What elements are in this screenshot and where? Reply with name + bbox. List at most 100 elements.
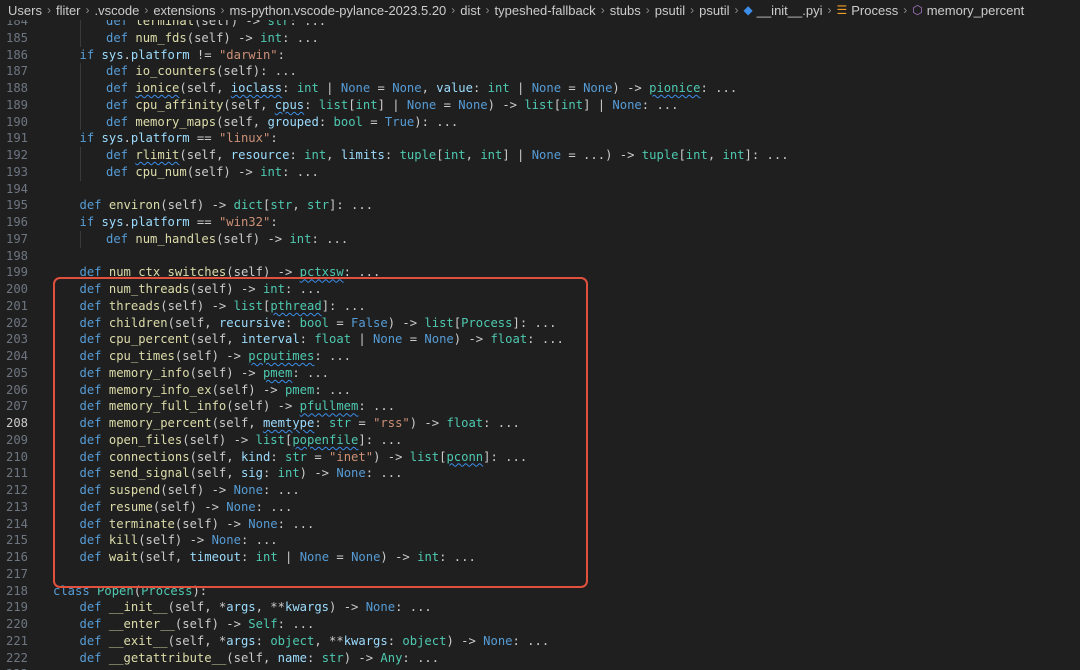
code-token: ionice	[135, 81, 180, 95]
code-token: def	[79, 449, 109, 464]
code-token: popenfile	[292, 432, 359, 447]
code-token: int	[443, 148, 466, 162]
code-text[interactable]: def num_handles(self) -> int: ...	[106, 231, 348, 248]
code-text[interactable]: def wait(self, timeout: int | None = Non…	[80, 549, 476, 566]
code-token: None	[351, 550, 381, 564]
code-token: def	[79, 432, 109, 447]
code-token: float	[314, 332, 352, 347]
code-text[interactable]: def num_fds(self) -> int: ...	[106, 30, 319, 47]
code-text[interactable]: if sys.platform != "darwin":	[80, 47, 285, 64]
code-token: ) ->	[299, 466, 337, 481]
code-text[interactable]: def memory_maps(self, grouped: bool = Tr…	[106, 114, 458, 131]
code-text[interactable]: if sys.platform == "linux":	[80, 130, 278, 147]
code-token: None	[226, 499, 256, 514]
code-text[interactable]: def kill(self) -> None: ...	[80, 532, 278, 549]
code-text[interactable]: def send_signal(self, sig: int) -> None:…	[80, 465, 403, 482]
code-line: 207 def memory_full_info(self) -> pfullme…	[0, 398, 1080, 415]
code-token: : ...	[343, 265, 381, 280]
code-text[interactable]: def cpu_affinity(self, cpus: list[int] |…	[106, 97, 678, 114]
line-number: 214	[5, 516, 28, 531]
breadcrumb-item[interactable]: psutil	[699, 3, 729, 18]
code-text[interactable]: def __enter__(self) -> Self: ...	[80, 616, 315, 633]
code-text[interactable]: def memory_info(self) -> pmem: ...	[80, 365, 330, 382]
code-token: timeout	[189, 550, 241, 564]
code-token: kwargs	[284, 600, 330, 615]
code-text[interactable]: def children(self, recursive: bool = Fal…	[80, 315, 557, 332]
code-text[interactable]: def memory_info_ex(self) -> pmem: ...	[80, 382, 352, 399]
code-token: ,	[326, 148, 341, 162]
breadcrumb-item[interactable]: stubs	[610, 3, 641, 18]
indent-guide	[79, 113, 81, 131]
code-text[interactable]: def __exit__(self, *args: object, **kwar…	[80, 633, 550, 650]
code-line: 191 if sys.platform == "linux":	[0, 130, 1080, 147]
code-line: 196 if sys.platform == "win32":	[0, 214, 1080, 231]
code-token: :	[318, 114, 334, 129]
breadcrumb-item[interactable]: psutil	[655, 3, 685, 18]
code-token: (self) ->	[186, 30, 261, 45]
code-text[interactable]: if sys.platform == "win32":	[80, 214, 278, 231]
code-token: ]: ...	[512, 315, 557, 330]
code-lines: 184 def terminal(self) -> str: ... 185 def …	[0, 20, 1080, 670]
code-token: ) ->	[409, 416, 447, 430]
breadcrumb-item[interactable]: Process	[851, 3, 898, 18]
chevron-right-icon: ›	[85, 3, 90, 17]
code-token: def	[106, 97, 136, 112]
code-token: cpu_affinity	[135, 97, 224, 112]
code-text[interactable]: def ionice(self, ioclass: int | None = N…	[106, 80, 737, 97]
breadcrumb-item[interactable]: fliter	[56, 3, 81, 18]
code-line: 188 def ionice(self, ioclass: int | None …	[0, 80, 1080, 97]
breadcrumb-item[interactable]: memory_percent	[927, 3, 1025, 18]
code-token: bool	[333, 114, 363, 129]
code-token: recursive	[218, 315, 285, 330]
code-token: def	[79, 533, 109, 548]
breadcrumb-item[interactable]: typeshed-fallback	[495, 3, 596, 18]
code-text[interactable]: def environ(self) -> dict[str, str]: ...	[80, 197, 374, 214]
code-token: int	[277, 466, 300, 481]
breadcrumb-item[interactable]: dist	[460, 3, 480, 18]
code-line: 195 def environ(self) -> dict[str, str]: …	[0, 197, 1080, 214]
breadcrumb-item[interactable]: Users	[8, 3, 42, 18]
code-editor[interactable]: 184 def terminal(self) -> str: ... 185 def …	[0, 20, 1080, 670]
code-text[interactable]: def cpu_percent(self, interval: float | …	[80, 331, 564, 348]
code-token: : ...	[314, 382, 352, 397]
code-token: def	[106, 20, 136, 28]
code-text[interactable]: def terminate(self) -> None: ...	[80, 516, 315, 533]
code-text[interactable]: def memory_full_info(self) -> pfullmem: …	[80, 398, 396, 415]
code-text[interactable]: def suspend(self) -> None: ...	[80, 482, 300, 499]
breadcrumb-item[interactable]: ms-python.vscode-pylance-2023.5.20	[229, 3, 446, 18]
code-text[interactable]: def threads(self) -> list[pthread]: ...	[80, 298, 366, 315]
code-token: : ...	[289, 20, 327, 28]
code-text[interactable]: def memory_percent(self, memtype: str = …	[80, 415, 520, 432]
code-token: __enter__	[108, 617, 175, 631]
code-text[interactable]: def cpu_num(self) -> int: ...	[106, 164, 319, 181]
code-token: def	[79, 550, 109, 564]
code-token: int	[262, 282, 285, 296]
code-text[interactable]: def num_threads(self) -> int: ...	[80, 281, 322, 298]
breadcrumb-item[interactable]: .vscode	[95, 3, 140, 18]
breadcrumb-item[interactable]: __init__.pyi	[757, 3, 823, 18]
code-text[interactable]: def terminal(self) -> str: ...	[106, 20, 326, 30]
code-text[interactable]: def __init__(self, *args, **kwargs) -> N…	[80, 599, 432, 616]
code-text[interactable]: def rlimit(self, resource: int, limits: …	[106, 147, 789, 164]
code-token: |	[509, 81, 532, 95]
code-token: pcputimes	[248, 349, 315, 363]
code-line: 199 def num_ctx_switches(self) -> pctxsw:…	[0, 264, 1080, 281]
line-number: 196	[5, 215, 28, 229]
code-text[interactable]: class Popen(Process):	[53, 583, 207, 600]
code-text[interactable]: def resume(self) -> None: ...	[80, 499, 293, 516]
code-token: = ...) ->	[561, 148, 642, 162]
code-text[interactable]: def connections(self, kind: str = "inet"…	[80, 449, 528, 466]
chevron-right-icon: ›	[485, 3, 490, 17]
code-text[interactable]: def open_files(self) -> list[popenfile]:…	[80, 432, 403, 449]
line-number: 202	[5, 315, 28, 330]
code-line: 211 def send_signal(self, sig: int) -> No…	[0, 465, 1080, 482]
code-text[interactable]: def __getattribute__(self, name: str) ->…	[80, 650, 440, 667]
code-token: [	[348, 97, 356, 112]
code-text[interactable]: def num_ctx_switches(self) -> pctxsw: ..…	[80, 264, 381, 281]
code-token: (self) ->	[182, 432, 256, 447]
line-number: 220	[5, 617, 28, 631]
code-text[interactable]: def io_counters(self): ...	[106, 63, 297, 80]
code-token: :	[255, 633, 271, 648]
code-text[interactable]: def cpu_times(self) -> pcputimes: ...	[80, 348, 352, 365]
breadcrumb-item[interactable]: extensions	[153, 3, 215, 18]
